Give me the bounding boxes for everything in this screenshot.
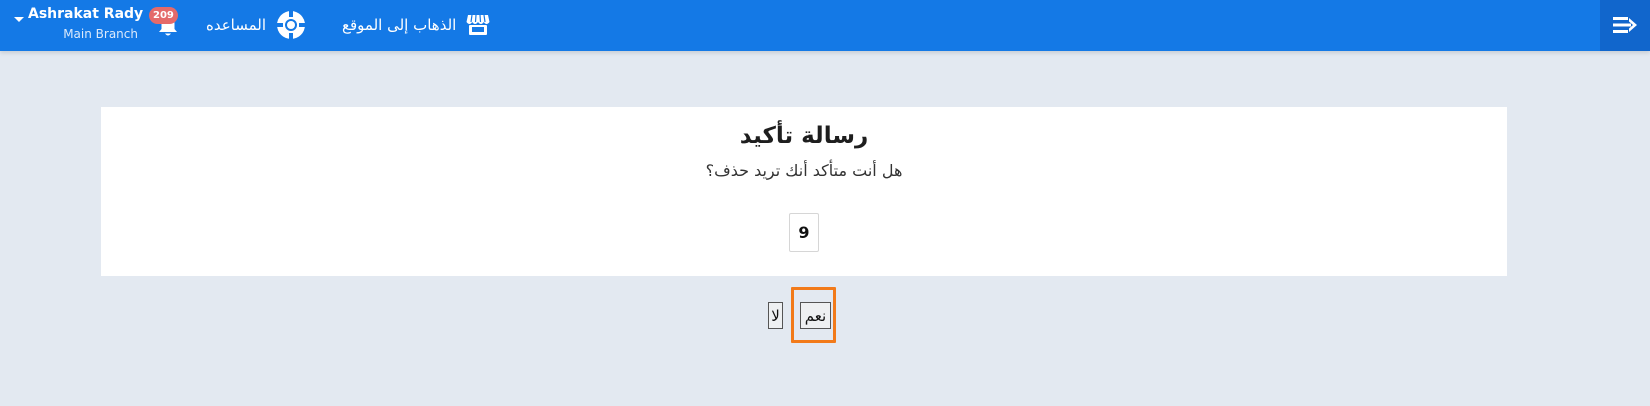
no-button[interactable]: لا: [768, 302, 783, 329]
user-name: Ashrakat Rady: [28, 6, 144, 22]
confirmation-dialog: رسالة تأكيد هل أنت متأكد أنك تريد حذف؟ 9: [101, 107, 1507, 276]
help-link[interactable]: المساعده: [206, 11, 306, 39]
go-to-site-link[interactable]: الذهاب إلى الموقع: [342, 11, 490, 39]
dialog-message: هل أنت متأكد أنك تريد حذف؟: [705, 161, 903, 180]
branch-name: Main Branch: [63, 27, 138, 41]
menu-toggle-icon: [1613, 17, 1637, 33]
notifications-button[interactable]: 209: [149, 7, 186, 42]
caret-down-icon: [14, 17, 24, 22]
notification-count-badge: 209: [149, 7, 178, 24]
item-id-box: 9: [789, 213, 819, 252]
lifebuoy-icon: [277, 11, 306, 39]
dialog-title: رسالة تأكيد: [739, 123, 869, 149]
top-navbar: Ashrakat Rady Main Branch 209 المساعده ا…: [0, 0, 1650, 51]
store-icon: [466, 14, 490, 35]
sidebar-toggle-button[interactable]: [1600, 0, 1650, 51]
yes-button[interactable]: نعم: [800, 302, 831, 329]
go-to-site-label: الذهاب إلى الموقع: [342, 16, 457, 34]
help-label: المساعده: [206, 16, 267, 34]
user-menu[interactable]: Ashrakat Rady Main Branch: [12, 5, 144, 45]
